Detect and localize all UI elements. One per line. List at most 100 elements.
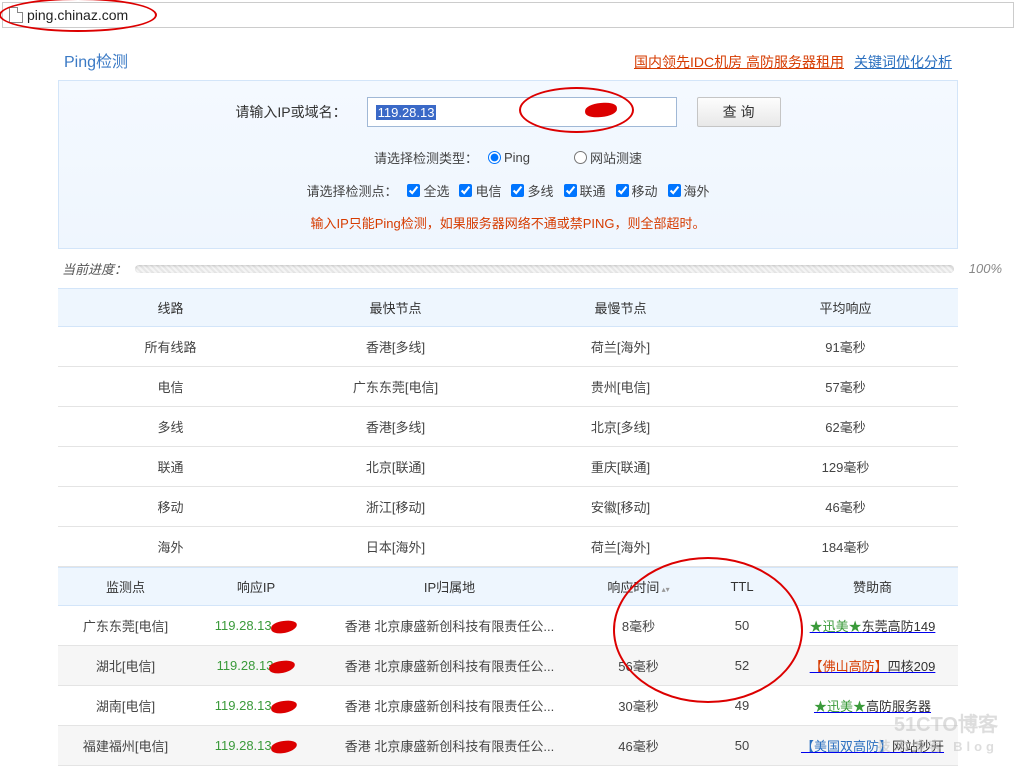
summary-row: 海外日本[海外]荷兰[海外]184毫秒	[58, 527, 958, 567]
cell-slow: 安徽[移动]	[508, 487, 733, 527]
cell-node: 湖北[电信]	[58, 646, 193, 686]
summary-row: 联通北京[联通]重庆[联通]129毫秒	[58, 447, 958, 487]
head-line: 线路	[58, 289, 283, 327]
cell-loc: 香港 北京康盛新创科技有限责任公...	[319, 606, 580, 646]
node-select-row: 请选择检测点： 全选 电信 多线 联通 移动 海外	[69, 174, 947, 207]
cell-line: 海外	[58, 527, 283, 567]
progress-bar	[135, 265, 954, 273]
cell-line: 多线	[58, 407, 283, 447]
query-input[interactable]: 119.28.13	[367, 97, 677, 127]
detail-row: 湖南[电信]119.28.13.香港 北京康盛新创科技有限责任公...30毫秒4…	[58, 686, 958, 726]
cell-line: 移动	[58, 487, 283, 527]
watermark: 51CTO博客 技术博客 Blog	[878, 714, 999, 758]
cell-line: 所有线路	[58, 327, 283, 367]
cell-avg: 129毫秒	[733, 447, 958, 487]
cell-loc: 香港 北京康盛新创科技有限责任公...	[319, 726, 580, 766]
cell-slow: 荷兰[海外]	[508, 527, 733, 567]
cell-avg: 57毫秒	[733, 367, 958, 407]
page-icon	[9, 7, 23, 23]
ad-link-seo[interactable]: 关键词优化分析	[854, 52, 952, 72]
summary-row: 移动浙江[移动]安徽[移动]46毫秒	[58, 487, 958, 527]
page-title: Ping检测	[64, 48, 128, 72]
cell-sponsor[interactable]: 【佛山高防】四核209	[787, 646, 958, 686]
cell-rt: 46毫秒	[580, 726, 697, 766]
cell-line: 联通	[58, 447, 283, 487]
progress-percent: 100%	[969, 261, 1002, 276]
detect-type-label: 请选择检测类型：	[374, 148, 478, 167]
summary-row: 所有线路香港[多线]荷兰[海外]91毫秒	[58, 327, 958, 367]
cell-ttl: 49	[697, 686, 787, 726]
cell-slow: 重庆[联通]	[508, 447, 733, 487]
browser-url-bar[interactable]: ping.chinaz.com	[2, 2, 1014, 28]
ad-link-idc[interactable]: 国内领先IDC机房 高防服务器租用	[634, 52, 844, 72]
cell-fast: 香港[多线]	[283, 407, 508, 447]
query-button[interactable]: 查 询	[697, 97, 781, 127]
cell-rt: 8毫秒	[580, 606, 697, 646]
cell-fast: 北京[联通]	[283, 447, 508, 487]
head-node[interactable]: 监测点	[58, 568, 193, 606]
cell-ip: 119.28.13.	[193, 686, 319, 726]
head-rt[interactable]: 响应时间	[580, 568, 697, 606]
cell-ip: 119.28.13.	[193, 606, 319, 646]
hint-text: 输入IP只能Ping检测，如果服务器网络不通或禁PING，则全部超时。	[69, 207, 947, 232]
detect-type-row: 请选择检测类型： Ping 网站测速	[69, 141, 947, 174]
summary-head-row: 线路 最快节点 最慢节点 平均响应	[58, 289, 958, 327]
detail-row: 福建福州[电信]119.28.13.香港 北京康盛新创科技有限责任公...46毫…	[58, 726, 958, 766]
cell-rt: 30毫秒	[580, 686, 697, 726]
url-text: ping.chinaz.com	[27, 7, 128, 23]
cb-ct[interactable]: 电信	[459, 181, 501, 200]
head-slow: 最慢节点	[508, 289, 733, 327]
summary-row: 多线香港[多线]北京[多线]62毫秒	[58, 407, 958, 447]
cell-rt: 56毫秒	[580, 646, 697, 686]
progress-label: 当前进度：	[62, 259, 127, 278]
head-avg: 平均响应	[733, 289, 958, 327]
cell-ttl: 50	[697, 726, 787, 766]
head-fast: 最快节点	[283, 289, 508, 327]
cb-multi[interactable]: 多线	[511, 181, 553, 200]
head-sponsor[interactable]: 赞助商	[787, 568, 958, 606]
cell-sponsor[interactable]: ★迅美★东莞高防149	[787, 606, 958, 646]
cell-avg: 91毫秒	[733, 327, 958, 367]
cb-ov[interactable]: 海外	[668, 181, 710, 200]
cell-slow: 荷兰[海外]	[508, 327, 733, 367]
detail-row: 湖北[电信]119.28.13香港 北京康盛新创科技有限责任公...56毫秒52…	[58, 646, 958, 686]
radio-speed[interactable]: 网站测速	[574, 148, 642, 167]
cell-loc: 香港 北京康盛新创科技有限责任公...	[319, 646, 580, 686]
cell-avg: 184毫秒	[733, 527, 958, 567]
query-panel: 请输入IP或域名： 119.28.13 查 询 请选择检测类型： Ping 网站…	[58, 80, 958, 249]
cb-cm[interactable]: 移动	[616, 181, 658, 200]
head-ip[interactable]: 响应IP	[193, 568, 319, 606]
cell-fast: 日本[海外]	[283, 527, 508, 567]
cell-avg: 46毫秒	[733, 487, 958, 527]
summary-table: 线路 最快节点 最慢节点 平均响应	[58, 288, 958, 327]
cell-node: 广东东莞[电信]	[58, 606, 193, 646]
cell-ip: 119.28.13	[193, 646, 319, 686]
cell-fast: 香港[多线]	[283, 327, 508, 367]
cell-fast: 广东东莞[电信]	[283, 367, 508, 407]
cell-node: 福建福州[电信]	[58, 726, 193, 766]
summary-row: 电信广东东莞[电信]贵州[电信]57毫秒	[58, 367, 958, 407]
query-input-value: 119.28.13	[376, 105, 437, 120]
node-select-label: 请选择检测点：	[306, 181, 397, 200]
cell-loc: 香港 北京康盛新创科技有限责任公...	[319, 686, 580, 726]
cell-node: 湖南[电信]	[58, 686, 193, 726]
cb-cu[interactable]: 联通	[564, 181, 606, 200]
summary-body: 所有线路香港[多线]荷兰[海外]91毫秒电信广东东莞[电信]贵州[电信]57毫秒…	[58, 327, 958, 567]
detail-body: 广东东莞[电信]119.28.13.香港 北京康盛新创科技有限责任公...8毫秒…	[58, 606, 958, 766]
cell-ip: 119.28.13.	[193, 726, 319, 766]
detail-head-row: 监测点 响应IP IP归属地 响应时间 TTL 赞助商	[58, 568, 958, 606]
query-label: 请输入IP或域名：	[235, 102, 346, 122]
cb-all[interactable]: 全选	[407, 181, 449, 200]
cell-line: 电信	[58, 367, 283, 407]
detail-row: 广东东莞[电信]119.28.13.香港 北京康盛新创科技有限责任公...8毫秒…	[58, 606, 958, 646]
cell-avg: 62毫秒	[733, 407, 958, 447]
cell-slow: 北京[多线]	[508, 407, 733, 447]
cell-ttl: 50	[697, 606, 787, 646]
radio-ping[interactable]: Ping	[488, 150, 530, 165]
head-loc[interactable]: IP归属地	[319, 568, 580, 606]
top-nav: Ping检测 国内领先IDC机房 高防服务器租用 关键词优化分析	[58, 38, 958, 80]
head-ttl[interactable]: TTL	[697, 568, 787, 606]
cell-ttl: 52	[697, 646, 787, 686]
detail-table: 监测点 响应IP IP归属地 响应时间 TTL 赞助商	[58, 567, 958, 606]
cell-fast: 浙江[移动]	[283, 487, 508, 527]
